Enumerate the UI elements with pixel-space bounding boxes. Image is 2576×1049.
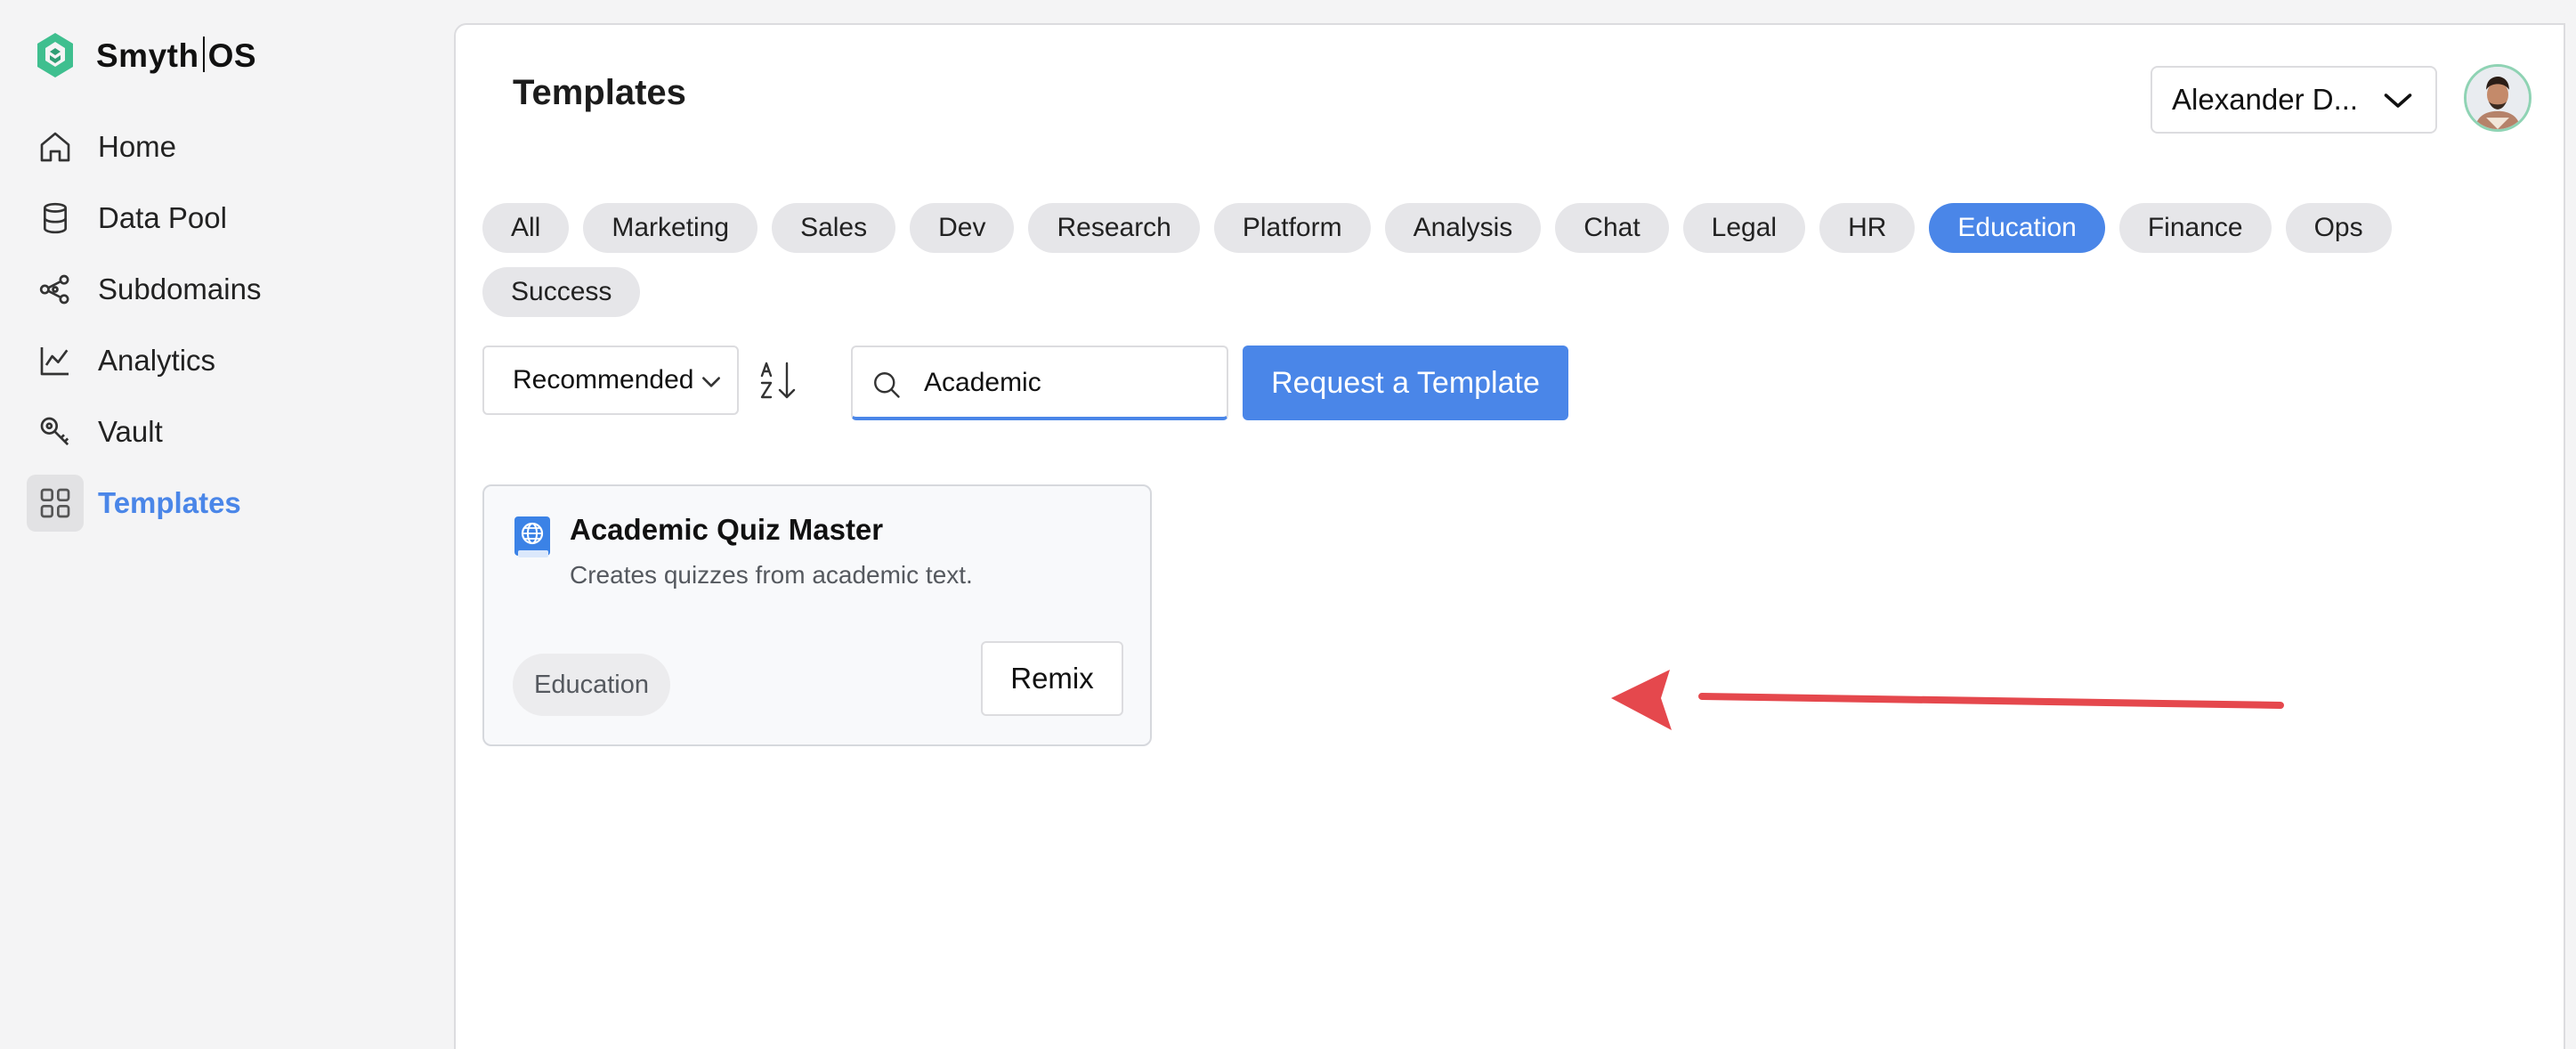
annotation-arrow-icon xyxy=(1611,670,2284,730)
category-chip-research[interactable]: Research xyxy=(1028,203,1200,253)
search-box[interactable] xyxy=(851,346,1228,420)
sidebar-item-home[interactable]: Home xyxy=(27,118,436,176)
logo[interactable]: Smyth OS xyxy=(34,30,256,80)
category-filter: All Marketing Sales Dev Research Platfor… xyxy=(482,203,2530,317)
search-input[interactable] xyxy=(924,363,1209,403)
sidebar-item-label: Home xyxy=(98,130,177,163)
globe-book-icon xyxy=(513,515,552,561)
template-description: Creates quizzes from academic text. xyxy=(570,561,973,589)
sidebar-nav: Home Data Pool Subdomains Analytics Vaul… xyxy=(27,118,436,545)
logo-text: Smyth OS xyxy=(96,36,257,74)
avatar-image xyxy=(2467,67,2529,129)
sidebar-item-templates[interactable]: Templates xyxy=(27,474,436,533)
category-chip-analysis[interactable]: Analysis xyxy=(1384,203,1542,253)
avatar[interactable] xyxy=(2464,64,2531,132)
smythos-logo-icon xyxy=(37,33,73,77)
chevron-down-icon xyxy=(702,377,720,387)
user-name: Alexander D... xyxy=(2172,83,2359,116)
chart-line-icon xyxy=(27,332,84,389)
sort-alpha-icon xyxy=(760,362,796,399)
key-icon xyxy=(27,403,84,460)
templates-toolbar: Recommended Request a Template xyxy=(482,346,1640,420)
category-chip-legal[interactable]: Legal xyxy=(1682,203,1806,253)
grid-icon xyxy=(27,475,84,532)
category-chip-hr[interactable]: HR xyxy=(1819,203,1916,253)
category-chip-ops[interactable]: Ops xyxy=(2285,203,2392,253)
page-title: Templates xyxy=(513,73,686,112)
sort-select[interactable]: Recommended xyxy=(482,346,739,415)
category-chip-sales[interactable]: Sales xyxy=(772,203,896,253)
share-nodes-icon xyxy=(27,261,84,318)
remix-button[interactable]: Remix xyxy=(981,641,1123,716)
category-chip-dev[interactable]: Dev xyxy=(910,203,1015,253)
sidebar-item-analytics[interactable]: Analytics xyxy=(27,331,436,390)
home-icon xyxy=(27,118,84,175)
request-template-button[interactable]: Request a Template xyxy=(1243,346,1568,420)
sidebar-item-label: Vault xyxy=(98,415,163,448)
category-chip-platform[interactable]: Platform xyxy=(1213,203,1371,253)
sort-select-value: Recommended xyxy=(513,365,694,394)
sidebar: Smyth OS Home Data Pool Subdomains Analyt… xyxy=(0,0,454,1049)
template-title: Academic Quiz Master xyxy=(570,513,884,546)
user-dropdown[interactable]: Alexander D... xyxy=(2151,66,2437,134)
category-chip-marketing[interactable]: Marketing xyxy=(583,203,758,253)
search-icon xyxy=(874,372,900,398)
template-category-badge: Education xyxy=(513,654,670,716)
category-chip-success[interactable]: Success xyxy=(482,267,641,317)
sort-direction-toggle[interactable] xyxy=(757,358,801,403)
main-panel: Templates Alexander D... All Marketing S… xyxy=(454,23,2565,1049)
category-chip-chat[interactable]: Chat xyxy=(1555,203,1669,253)
template-card[interactable]: Academic Quiz Master Creates quizzes fro… xyxy=(482,484,1152,746)
sidebar-item-vault[interactable]: Vault xyxy=(27,403,436,461)
category-chip-education[interactable]: Education xyxy=(1929,203,2105,253)
category-chip-all[interactable]: All xyxy=(482,203,570,253)
chevron-down-icon xyxy=(2384,94,2412,108)
sidebar-item-data-pool[interactable]: Data Pool xyxy=(27,189,436,248)
sidebar-item-label: Templates xyxy=(98,486,241,519)
sidebar-item-label: Analytics xyxy=(98,344,216,377)
sidebar-item-subdomains[interactable]: Subdomains xyxy=(27,260,436,319)
sidebar-item-label: Subdomains xyxy=(98,272,262,305)
database-icon xyxy=(27,190,84,247)
sidebar-item-label: Data Pool xyxy=(98,201,227,234)
category-chip-finance[interactable]: Finance xyxy=(2118,203,2272,253)
